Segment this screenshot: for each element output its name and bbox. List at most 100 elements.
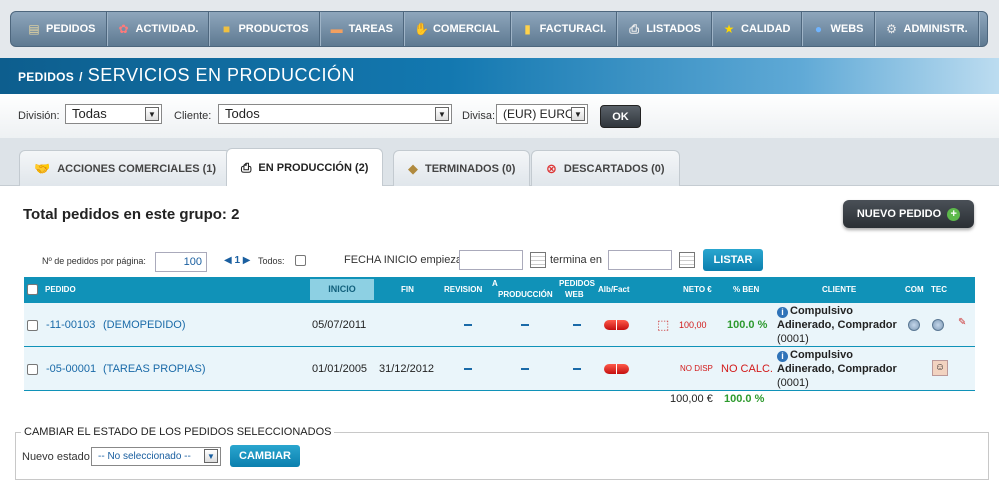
nav-label: ADMINISTR. (903, 23, 968, 35)
new-state-select[interactable]: -- No seleccionado -- ▼ (91, 447, 221, 466)
col-tec[interactable]: TEC (931, 285, 947, 294)
col-a-produccion-1[interactable]: A (492, 279, 498, 288)
page-title: SERVICIOS EN PRODUCCIÓN (87, 65, 356, 85)
pager[interactable]: ◀ 1 ▶ (224, 255, 251, 266)
com-minus-icon[interactable] (908, 319, 920, 331)
order-ref-link[interactable]: (TAREAS PROPIAS) (103, 363, 205, 375)
nav-label: PEDIDOS (46, 23, 96, 35)
a-produccion-dash (521, 368, 529, 370)
breadcrumb-separator: / (79, 70, 83, 84)
division-select[interactable]: Todas ▼ (65, 104, 162, 124)
tasks-icon: ▬ (330, 22, 343, 36)
calendar-icon[interactable] (679, 252, 695, 268)
info-icon[interactable]: i (777, 307, 788, 318)
row-checkbox[interactable] (27, 320, 38, 331)
order-number-link[interactable]: -11-00103 (46, 319, 95, 331)
nav-comercial[interactable]: ✋ COMERCIAL (404, 12, 511, 46)
tab-terminados[interactable]: ◆ TERMINADOS (0) (393, 150, 531, 186)
order-cliente[interactable]: i Compulsivo Adinerado, Comprador (0001) (777, 348, 907, 390)
cliente-line-2: Adinerado, Comprador (777, 363, 897, 375)
tab-strip: 🤝 ACCIONES COMERCIALES (1) ⎙ EN PRODUCCI… (0, 138, 999, 186)
divisa-select[interactable]: (EUR) EURO ▼ (496, 104, 588, 124)
table-header: PEDIDO INICIO FIN REVISION A PRODUCCIÓN … (24, 277, 975, 303)
ok-button[interactable]: OK (600, 105, 641, 128)
nav-productos[interactable]: ■ PRODUCTOS (209, 12, 320, 46)
tab-descartados[interactable]: ⊗ DESCARTADOS (0) (531, 150, 680, 186)
nav-label: ACTIVIDAD. (135, 23, 199, 35)
listar-button[interactable]: LISTAR (703, 249, 763, 271)
revision-dash (464, 324, 472, 326)
order-cliente[interactable]: i Compulsivo Adinerado, Comprador (0001) (777, 304, 907, 346)
row-checkbox[interactable] (27, 364, 38, 375)
calendar-icon[interactable] (530, 252, 546, 268)
col-pedido[interactable]: PEDIDO (45, 285, 76, 294)
col-inicio[interactable]: INICIO (310, 279, 374, 300)
new-order-button[interactable]: NUEVO PEDIDO + (843, 200, 974, 228)
nav-listados[interactable]: ⎙ LISTADOS (617, 12, 712, 46)
nav-label: COMERCIAL (432, 23, 500, 35)
chevron-down-icon: ▼ (204, 449, 218, 463)
nav-label: PRODUCTOS (238, 23, 309, 35)
cliente-line-2: Adinerado, Comprador (777, 319, 897, 331)
breadcrumb-section[interactable]: PEDIDOS (18, 70, 74, 84)
col-a-produccion-2[interactable]: PRODUCCIÓN (498, 290, 553, 299)
star-icon: ★ (723, 22, 735, 36)
nav-webs[interactable]: ● WEBS (802, 12, 875, 46)
todos-checkbox[interactable] (295, 255, 306, 266)
new-state-label: Nuevo estado (22, 451, 90, 463)
col-neto[interactable]: NETO € (683, 285, 712, 294)
pdf-icon[interactable]: ⬚ (657, 317, 669, 333)
nav-tareas[interactable]: ▬ TAREAS (320, 12, 404, 46)
select-all-checkbox[interactable] (27, 284, 38, 295)
nav-facturacion[interactable]: ▮ FACTURACI. (511, 12, 618, 46)
nav-administracion[interactable]: ⚙ ADMINISTR. (875, 12, 979, 46)
col-alb-fact[interactable]: Alb/Fact (598, 285, 630, 294)
info-icon[interactable]: i (777, 351, 788, 362)
cliente-select[interactable]: Todos ▼ (218, 104, 452, 124)
alb-fact-pill-icon[interactable] (604, 364, 629, 374)
order-ref-link[interactable]: (DEMOPEDIDO) (103, 319, 186, 331)
col-pedidos-web-1[interactable]: PEDIDOS (559, 279, 595, 288)
todos-label: Todos: (258, 256, 285, 266)
table-row[interactable]: -05-00001 (TAREAS PROPIAS) 01/01/2005 31… (24, 347, 975, 391)
tab-acciones-comerciales[interactable]: 🤝 ACCIONES COMERCIALES (1) (19, 150, 232, 186)
technician-avatar[interactable]: ☺ (932, 360, 948, 376)
nav-pedidos[interactable]: ▤ PEDIDOS (17, 12, 107, 46)
group-total: Total pedidos en este grupo: 2 (23, 206, 240, 223)
col-revision[interactable]: REVISION (444, 285, 482, 294)
per-page-input[interactable]: 100 (155, 252, 207, 272)
cambiar-button[interactable]: CAMBIAR (230, 445, 300, 467)
tab-en-produccion[interactable]: ⎙ EN PRODUCCIÓN (2) (226, 148, 384, 186)
nav-calidad[interactable]: ★ CALIDAD (712, 12, 802, 46)
tab-label: TERMINADOS (0) (425, 162, 516, 175)
a-produccion-dash (521, 324, 529, 326)
order-number-link[interactable]: -05-00001 (46, 363, 96, 375)
nav-label: WEBS (830, 23, 864, 35)
order-neto: NO DISP (680, 364, 713, 373)
cliente-label: Cliente: (174, 110, 212, 122)
col-cliente[interactable]: CLIENTE (822, 285, 856, 294)
gear-icon: ⚙ (886, 22, 897, 36)
fecha-inicio-input[interactable] (459, 250, 523, 270)
plus-icon: + (947, 207, 961, 221)
new-state-value: -- No seleccionado -- (98, 451, 191, 462)
table-row[interactable]: -11-00103 (DEMOPEDIDO) 05/07/2011 ⬚ 100,… (24, 303, 975, 347)
col-ben[interactable]: % BEN (733, 285, 759, 294)
nav-actividad[interactable]: ✿ ACTIVIDAD. (107, 12, 210, 46)
pedidos-web-dash (573, 324, 581, 326)
edit-icon[interactable]: ✎ (958, 317, 966, 328)
divisa-value: (EUR) EURO (503, 107, 575, 121)
col-fin[interactable]: FIN (401, 285, 414, 294)
chevron-down-icon: ▼ (145, 107, 159, 121)
col-pedidos-web-2[interactable]: WEB (565, 290, 584, 299)
page-header: PEDIDOS / SERVICIOS EN PRODUCCIÓN (0, 58, 999, 94)
tec-minus-icon[interactable] (932, 319, 944, 331)
col-com[interactable]: COM (905, 285, 924, 294)
per-page-label: Nº de pedidos por página: (42, 256, 146, 266)
main-nav: ▤ PEDIDOS ✿ ACTIVIDAD. ■ PRODUCTOS ▬ TAREAS … (10, 11, 988, 47)
termina-input[interactable] (608, 250, 672, 270)
nav-label: FACTURACI. (539, 23, 607, 35)
alb-fact-pill-icon[interactable] (604, 320, 629, 330)
divisa-label: Divisa: (462, 110, 496, 122)
nav-label: TAREAS (348, 23, 393, 35)
